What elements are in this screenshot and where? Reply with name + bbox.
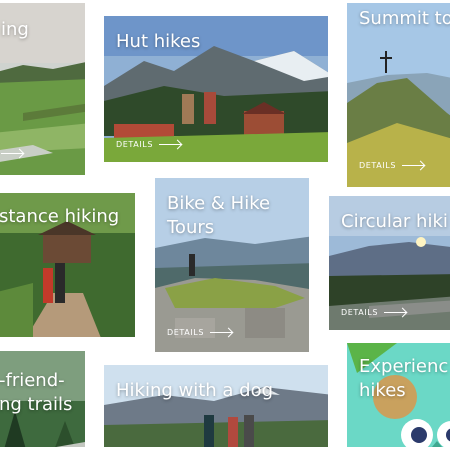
card-title: Hut hikes (116, 31, 201, 52)
tour-card-summit[interactable]: Summit to DETAILS (344, 0, 450, 190)
group-hike-photo (104, 365, 328, 447)
card-title-line1: Experienc (359, 356, 449, 377)
tour-card-family-friendly[interactable]: -friend- ng trails (0, 348, 88, 450)
tour-card-hut-hikes[interactable]: Hut hikes DETAILS (101, 13, 331, 165)
details-label: DETAILS (167, 328, 205, 337)
card-title: ing (1, 19, 29, 40)
card-title-line2: Tours (167, 217, 215, 238)
details-label: DETAILS (359, 161, 397, 170)
tour-card-experience[interactable]: Experienc hikes (344, 340, 450, 450)
details-link[interactable] (1, 153, 23, 154)
card-title: Circular hiki (341, 211, 448, 232)
tour-card-hiking[interactable]: ing (0, 0, 88, 178)
details-link[interactable]: DETAILS (116, 140, 182, 149)
arrow-right-icon (384, 312, 407, 313)
card-title: Summit to (359, 8, 450, 29)
card-title: Hiking with a dog (116, 380, 274, 401)
details-label: DETAILS (116, 140, 154, 149)
arrow-right-icon (402, 165, 425, 166)
card-title-line2: ng trails (0, 394, 73, 415)
tour-card-long-distance[interactable]: stance hiking (0, 190, 138, 340)
details-link[interactable]: DETAILS (359, 161, 425, 170)
arrow-right-icon (1, 153, 23, 154)
details-link[interactable]: DETAILS (167, 328, 233, 337)
card-title-line1: Bike & Hike (167, 193, 271, 214)
tour-card-circular[interactable]: Circular hiki DETAILS (326, 193, 450, 333)
details-link[interactable]: DETAILS (341, 308, 407, 317)
card-title-line2: hikes (359, 380, 406, 401)
card-title-line1: -friend- (0, 370, 65, 391)
arrow-right-icon (210, 332, 233, 333)
tour-card-bike-hike[interactable]: Bike & Hike Tours DETAILS (152, 175, 312, 355)
tour-card-hiking-with-dog[interactable]: Hiking with a dog (101, 362, 331, 450)
arrow-right-icon (159, 144, 182, 145)
card-title: stance hiking (0, 206, 120, 227)
details-label: DETAILS (341, 308, 379, 317)
